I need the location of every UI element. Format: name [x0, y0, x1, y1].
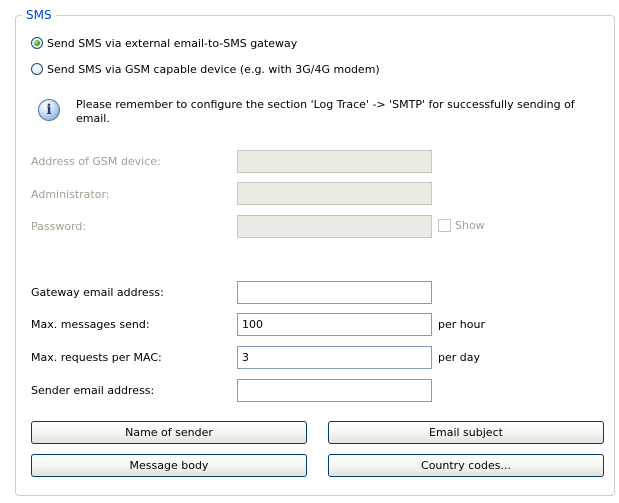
- message-body-button[interactable]: Message body: [31, 454, 307, 477]
- info-icon: i: [38, 99, 60, 121]
- name-of-sender-button[interactable]: Name of sender: [31, 421, 307, 444]
- gateway-email-field[interactable]: [237, 281, 432, 304]
- max-requests-field[interactable]: 3: [237, 346, 432, 369]
- checkbox-icon[interactable]: [438, 219, 451, 232]
- gateway-email-label: Gateway email address:: [31, 286, 164, 299]
- radio-email-gateway[interactable]: Send SMS via external email-to-SMS gatew…: [31, 35, 297, 51]
- show-password-label: Show: [455, 219, 485, 232]
- administrator-field[interactable]: [237, 182, 432, 205]
- info-message: Please remember to configure the section…: [76, 98, 575, 125]
- radio-gsm-device-label: Send SMS via GSM capable device (e.g. wi…: [47, 62, 380, 76]
- email-subject-button[interactable]: Email subject: [328, 421, 604, 444]
- gsm-address-label: Address of GSM device:: [31, 155, 161, 168]
- group-title: SMS: [22, 8, 56, 22]
- max-requests-unit: per day: [438, 351, 481, 364]
- radio-selected-icon[interactable]: [31, 37, 43, 49]
- administrator-label: Administrator:: [31, 188, 110, 201]
- radio-email-gateway-label: Send SMS via external email-to-SMS gatew…: [47, 36, 298, 50]
- country-codes-button[interactable]: Country codes...: [328, 454, 604, 477]
- max-messages-field[interactable]: 100: [237, 313, 432, 336]
- gsm-address-field[interactable]: [237, 150, 432, 173]
- sender-email-label: Sender email address:: [31, 384, 155, 397]
- password-label: Password:: [31, 220, 87, 233]
- show-password-checkbox[interactable]: Show: [438, 219, 485, 232]
- max-requests-label: Max. requests per MAC:: [31, 351, 162, 364]
- sender-email-field[interactable]: [237, 379, 432, 402]
- max-messages-unit: per hour: [438, 318, 485, 331]
- radio-unselected-icon[interactable]: [31, 63, 43, 75]
- max-messages-label: Max. messages send:: [31, 318, 150, 331]
- radio-gsm-device[interactable]: Send SMS via GSM capable device (e.g. wi…: [31, 61, 380, 77]
- password-field[interactable]: [237, 215, 432, 238]
